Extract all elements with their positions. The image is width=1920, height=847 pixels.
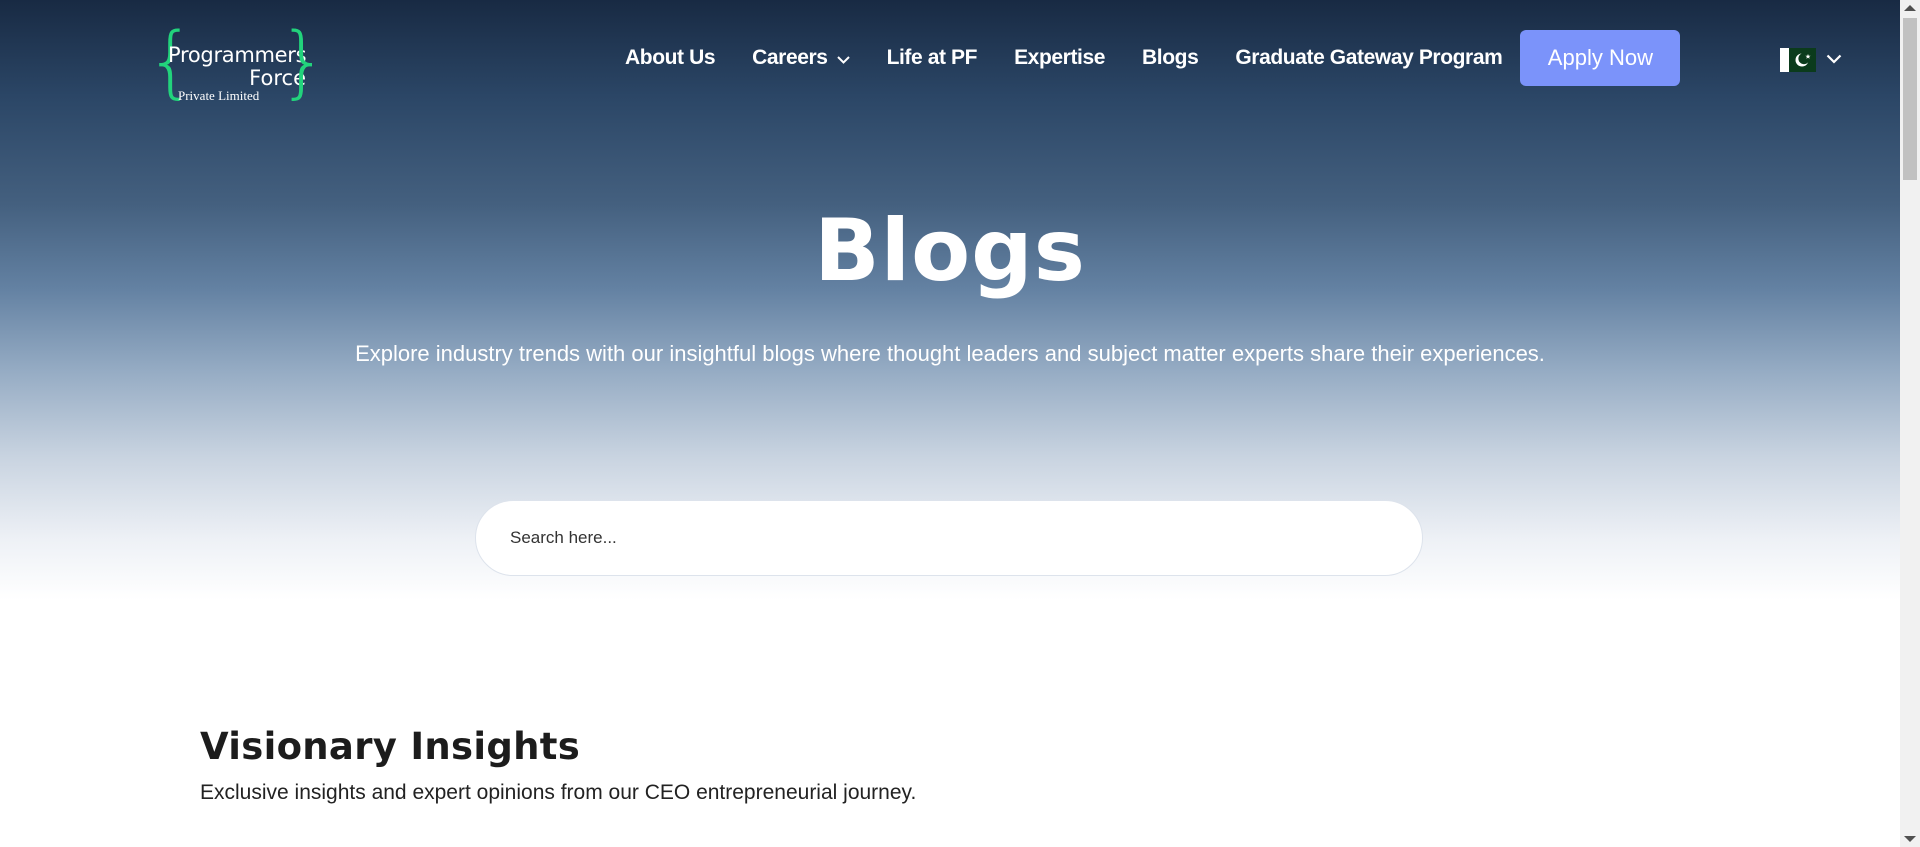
- logo-text-line3: Private Limited: [178, 88, 260, 103]
- pakistan-flag-icon: [1780, 48, 1816, 72]
- nav-about-us-label: About Us: [625, 46, 716, 69]
- nav-expertise-label: Expertise: [1014, 46, 1106, 69]
- scroll-up-arrow-icon[interactable]: [1904, 5, 1916, 11]
- section-title: Visionary Insights: [200, 725, 581, 768]
- nav-life-at-pf-label: Life at PF: [886, 46, 978, 69]
- nav-life-at-pf[interactable]: Life at PF: [887, 46, 978, 70]
- nav-blogs-label: Blogs: [1142, 46, 1199, 69]
- search-bar[interactable]: [475, 500, 1423, 576]
- scrollbar-thumb[interactable]: [1903, 18, 1917, 180]
- nav-graduate-gateway-program[interactable]: Graduate Gateway Program: [1235, 46, 1502, 70]
- chevron-down-icon: [836, 46, 850, 70]
- chevron-down-icon: [1826, 51, 1842, 69]
- search-input[interactable]: [508, 527, 1372, 549]
- main-nav: About Us Careers Life at PF Expertise Bl…: [625, 30, 1681, 86]
- section-subtitle: Exclusive insights and expert opinions f…: [200, 781, 917, 804]
- vertical-scrollbar[interactable]: [1900, 0, 1920, 847]
- company-logo[interactable]: { Programmers Force Private Limited }: [146, 22, 328, 106]
- nav-graduate-gateway-program-label: Graduate Gateway Program: [1235, 46, 1503, 69]
- language-selector[interactable]: [1780, 48, 1842, 72]
- hero-section: { Programmers Force Private Limited } Ab…: [0, 0, 1900, 600]
- page-subtitle: Explore industry trends with our insight…: [355, 341, 1545, 366]
- nav-careers-label: Careers: [752, 46, 828, 69]
- nav-expertise[interactable]: Expertise: [1014, 46, 1105, 70]
- nav-careers[interactable]: Careers: [752, 46, 850, 70]
- scroll-down-arrow-icon[interactable]: [1904, 836, 1916, 842]
- logo-right-brace: }: [278, 17, 328, 107]
- nav-blogs[interactable]: Blogs: [1142, 46, 1199, 70]
- nav-about-us[interactable]: About Us: [625, 46, 716, 70]
- apply-now-button[interactable]: Apply Now: [1520, 30, 1681, 86]
- page: { Programmers Force Private Limited } Ab…: [0, 0, 1920, 847]
- page-title: Blogs: [814, 201, 1086, 301]
